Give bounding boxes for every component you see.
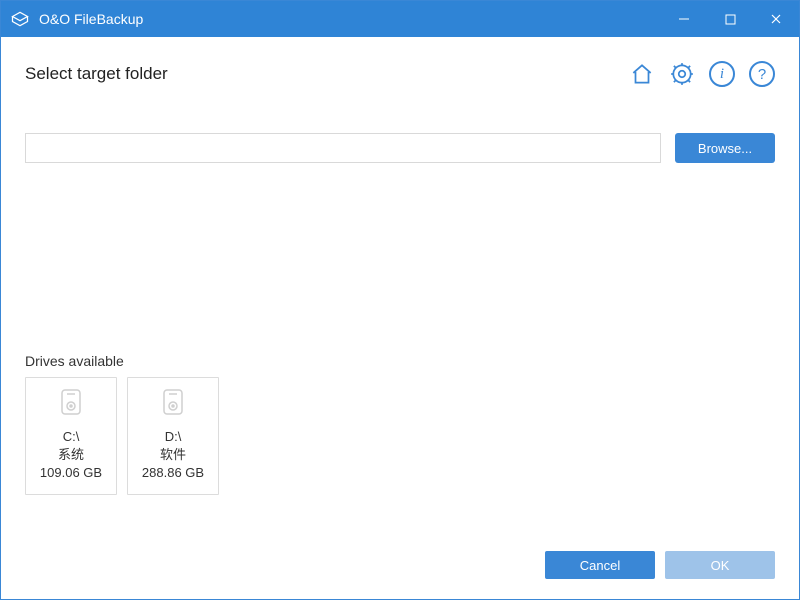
- drive-icon: [162, 388, 184, 416]
- drives-row: C:\ 系统 109.06 GB D:\ 软件 288.86 GB: [25, 377, 775, 495]
- content-area: Select target folder i ?: [1, 37, 799, 599]
- header-icons: i ?: [629, 61, 775, 87]
- minimize-button[interactable]: [661, 1, 707, 37]
- drive-card-c[interactable]: C:\ 系统 109.06 GB: [25, 377, 117, 495]
- titlebar: O&O FileBackup: [1, 1, 799, 37]
- header-row: Select target folder i ?: [25, 61, 775, 87]
- ok-button[interactable]: OK: [665, 551, 775, 579]
- home-icon[interactable]: [629, 61, 655, 87]
- app-title: O&O FileBackup: [39, 11, 143, 27]
- target-path-input[interactable]: [25, 133, 661, 163]
- drive-card-d[interactable]: D:\ 软件 288.86 GB: [127, 377, 219, 495]
- drive-icon: [60, 388, 82, 416]
- close-button[interactable]: [753, 1, 799, 37]
- drive-letter: C:\: [63, 428, 80, 446]
- app-icon: [9, 8, 31, 30]
- cancel-button[interactable]: Cancel: [545, 551, 655, 579]
- drive-name: 软件: [160, 446, 186, 464]
- help-icon[interactable]: ?: [749, 61, 775, 87]
- drive-name: 系统: [58, 446, 84, 464]
- drives-available-label: Drives available: [25, 353, 775, 369]
- settings-icon[interactable]: [669, 61, 695, 87]
- info-icon[interactable]: i: [709, 61, 735, 87]
- page-title: Select target folder: [25, 64, 168, 84]
- drive-size: 288.86 GB: [142, 464, 204, 482]
- browse-button[interactable]: Browse...: [675, 133, 775, 163]
- path-row: Browse...: [25, 133, 775, 163]
- drive-letter: D:\: [165, 428, 182, 446]
- maximize-button[interactable]: [707, 1, 753, 37]
- footer-buttons: Cancel OK: [545, 551, 775, 579]
- drive-size: 109.06 GB: [40, 464, 102, 482]
